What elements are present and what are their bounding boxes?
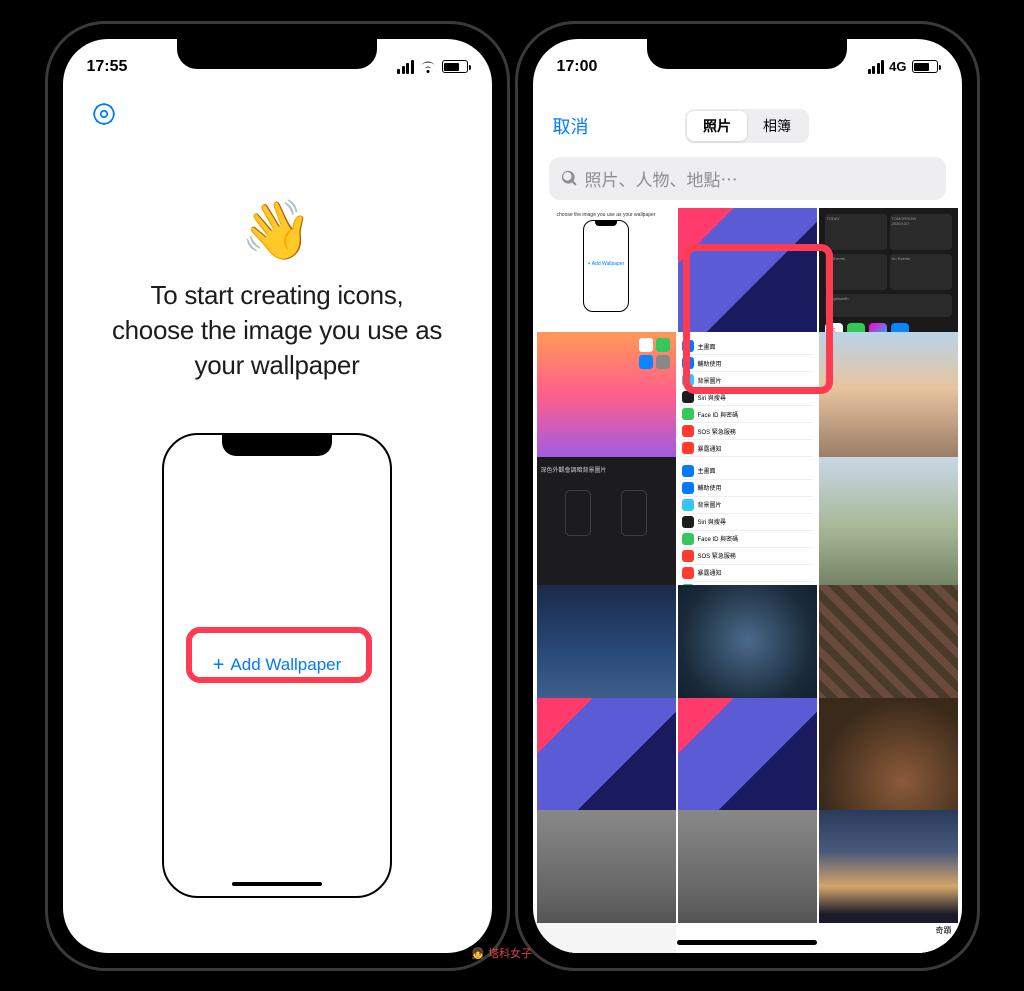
photo-thumb-dark-settings[interactable]: 深色外觀會調暗背景圖片 — [537, 457, 676, 596]
right-content: 取消 照片 相簿 照片、人物、地點⋯ choose the image you … — [533, 39, 962, 953]
signal-icon — [868, 60, 885, 74]
notch — [647, 39, 847, 69]
search-input[interactable]: 照片、人物、地點⋯ — [549, 157, 946, 200]
photo-thumb-partial-1[interactable] — [537, 923, 676, 953]
welcome-text: To start creating icons, choose the imag… — [83, 278, 472, 383]
wifi-icon — [419, 60, 437, 74]
tab-albums[interactable]: 相簿 — [747, 111, 807, 141]
notch — [177, 39, 377, 69]
settings-row: 暴露通知 — [682, 565, 813, 582]
watermark: 👧 塔科女子 — [471, 945, 532, 961]
search-placeholder: 照片、人物、地點⋯ — [585, 166, 738, 191]
status-right: 4G — [868, 59, 938, 74]
settings-row: 暴露通知 — [682, 440, 813, 457]
settings-row: 輔助使用 — [682, 480, 813, 497]
settings-row: 主畫面 — [682, 338, 813, 355]
settings-row: 背景圖片 — [682, 372, 813, 389]
photo-thumb-settings-list[interactable]: 主畫面輔助使用背景圖片Siri 與搜尋Face ID 與密碼SOS 緊急服務暴露… — [678, 332, 817, 471]
status-time: 17:55 — [87, 58, 128, 76]
photo-grid: choose the image you use as your wallpap… — [537, 208, 958, 953]
settings-row: SOS 緊急服務 — [682, 548, 813, 565]
settings-row: Face ID 與密碼 — [682, 406, 813, 423]
photo-thumb-partial-3[interactable]: 奇蹟 — [819, 923, 958, 953]
network-label: 4G — [889, 59, 906, 74]
settings-row: 輔助使用 — [682, 355, 813, 372]
settings-gear-button[interactable] — [91, 101, 492, 132]
screen-right: 17:00 4G 取消 照片 相簿 照片、人物、地點⋯ — [533, 39, 962, 953]
photo-thumb-mountain-2[interactable] — [819, 457, 958, 596]
settings-row: 背景圖片 — [682, 497, 813, 514]
photo-thumb-homescreen-widgets[interactable]: TODAY TOMORROW2020/10/7 No Events No Eve… — [819, 208, 958, 347]
photo-thumb-app-screenshot[interactable]: choose the image you use as your wallpap… — [537, 208, 676, 347]
settings-row: Siri 與搜尋 — [682, 514, 813, 531]
photo-thumb-ios-homescreen[interactable] — [537, 332, 676, 471]
welcome-section: 👋 To start creating icons, choose the im… — [63, 202, 492, 383]
status-right — [397, 60, 468, 74]
add-wallpaper-label: Add Wallpaper — [230, 655, 341, 675]
mini-home-indicator — [232, 882, 322, 886]
cancel-button[interactable]: 取消 — [553, 113, 589, 139]
plus-icon: + — [213, 655, 225, 675]
mini-phone-wrap: + Add Wallpaper — [63, 433, 492, 898]
photo-thumb-mountain[interactable] — [819, 332, 958, 471]
phone-right: 17:00 4G 取消 照片 相簿 照片、人物、地點⋯ — [515, 21, 980, 971]
phone-left: 17:55 👋 To start creating icons, choose … — [45, 21, 510, 971]
home-indicator — [677, 940, 817, 945]
signal-icon — [397, 60, 414, 74]
sheet-header: 取消 照片 相簿 — [537, 95, 958, 153]
mini-phone-preview: + Add Wallpaper — [162, 433, 392, 898]
left-content: 👋 To start creating icons, choose the im… — [63, 39, 492, 953]
settings-row: Face ID 與密碼 — [682, 531, 813, 548]
photo-thumb-diagonal-wallpaper[interactable] — [678, 208, 817, 347]
add-wallpaper-button[interactable]: + Add Wallpaper — [199, 645, 356, 685]
battery-icon — [442, 60, 468, 73]
search-icon — [561, 170, 578, 187]
mini-notch — [222, 434, 332, 456]
segmented-control[interactable]: 照片 相簿 — [685, 109, 809, 143]
tiny-phone: + Add Wallpaper — [583, 220, 629, 312]
settings-row: 主畫面 — [682, 463, 813, 480]
settings-row: SOS 緊急服務 — [682, 423, 813, 440]
wave-emoji: 👋 — [83, 202, 472, 260]
settings-row: Siri 與搜尋 — [682, 389, 813, 406]
tab-photos[interactable]: 照片 — [687, 111, 747, 141]
photo-thumb-settings-list-2[interactable]: 主畫面輔助使用背景圖片Siri 與搜尋Face ID 與密碼SOS 緊急服務暴露… — [678, 457, 817, 596]
screen-left: 17:55 👋 To start creating icons, choose … — [63, 39, 492, 953]
photo-thumb-partial-2[interactable] — [678, 923, 817, 953]
battery-icon — [912, 60, 938, 73]
status-time: 17:00 — [557, 58, 598, 76]
photo-picker-sheet: 取消 照片 相簿 照片、人物、地點⋯ choose the image you … — [537, 95, 958, 953]
